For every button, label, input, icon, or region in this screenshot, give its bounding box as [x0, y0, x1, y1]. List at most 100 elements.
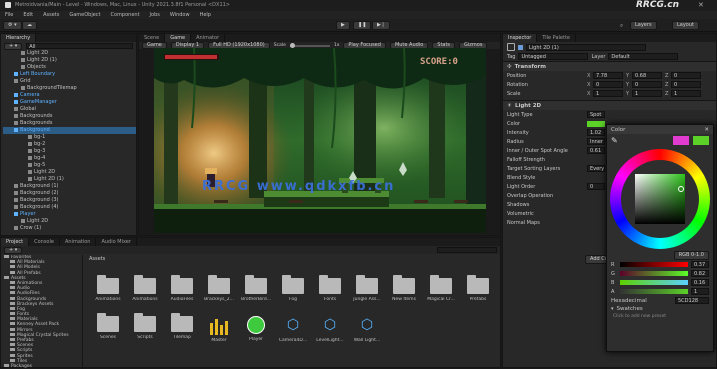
hierarchy-item[interactable]: Player [3, 211, 136, 218]
asset-item[interactable]: ⬡ Wall Light... [352, 316, 382, 343]
hierarchy-item[interactable]: Light 2D [3, 50, 136, 57]
asset-item[interactable]: Master [204, 316, 234, 343]
hierarchy-item[interactable]: bg-3 [3, 148, 136, 155]
menu-item-jobs[interactable]: Jobs [145, 12, 165, 18]
search-icon[interactable]: ⌕ [620, 23, 623, 30]
asset-item[interactable]: AudioFiles [167, 275, 197, 302]
hierarchy-item[interactable]: Light 2D [3, 169, 136, 176]
active-checkbox[interactable] [518, 44, 523, 50]
asset-item[interactable]: Brackeys_2... [204, 275, 234, 302]
menu-item-help[interactable]: Help [195, 12, 216, 18]
saturation-value-square[interactable] [635, 174, 685, 224]
channel-value-input[interactable]: 0.16 [691, 279, 709, 286]
light-property-value[interactable]: 1.02 [587, 129, 605, 136]
hierarchy-item[interactable]: Backgrounds [3, 120, 136, 127]
hierarchy-item[interactable]: Objects [3, 64, 136, 71]
step-button[interactable]: ▶❘ [372, 21, 391, 30]
transform-y-field[interactable]: 0.68 [632, 72, 662, 79]
tab-view-animator[interactable]: Animator [191, 34, 226, 42]
tab-view-game[interactable]: Game [165, 34, 192, 42]
asset-item[interactable]: Scenes [93, 313, 123, 340]
menu-item-component[interactable]: Component [106, 12, 145, 18]
project-search[interactable] [437, 247, 497, 253]
transform-z-field[interactable]: 1 [671, 90, 701, 97]
tab-project-audio-mixer[interactable]: Audio Mixer [96, 238, 137, 246]
hierarchy-item[interactable]: bg-5 [3, 162, 136, 169]
asset-item[interactable]: Scripts [130, 313, 160, 340]
create-asset-button[interactable]: + ▾ [4, 246, 23, 254]
channel-value-input[interactable]: 0.82 [691, 270, 709, 277]
color-mode-dropdown[interactable]: RGB 0-1.0 [673, 251, 709, 260]
tab-view-scene[interactable]: Scene [139, 34, 166, 42]
layer-dropdown[interactable]: Default [608, 53, 679, 60]
light-property-value[interactable]: Everything [587, 165, 605, 172]
transform-x-field[interactable]: 7.78 [593, 72, 623, 79]
menu-item-window[interactable]: Window [165, 12, 195, 18]
hex-input[interactable]: 5CD128 [675, 297, 709, 304]
asset-item[interactable]: Fog [278, 275, 308, 302]
asset-item[interactable]: ⬡ Camera4D... [278, 316, 308, 343]
hierarchy-item[interactable]: Light 2D (1) [3, 176, 136, 183]
color-cursor[interactable] [678, 186, 684, 192]
chevron-down-icon[interactable]: ▾ [611, 306, 614, 312]
light-property-value[interactable]: Inner 0 [587, 138, 605, 145]
hierarchy-item[interactable]: BackgroundTilemap [3, 85, 136, 92]
hierarchy-item[interactable]: Left Boundary [3, 71, 136, 78]
asset-item[interactable]: Player [241, 316, 271, 342]
asset-item[interactable]: Animations [130, 275, 160, 302]
menu-item-edit[interactable]: Edit [18, 12, 38, 18]
close-icon[interactable]: ✕ [698, 1, 704, 9]
hierarchy-item[interactable]: Background (4) [3, 204, 136, 211]
menu-item-file[interactable]: File [0, 12, 18, 18]
hierarchy-item[interactable]: Background (3) [3, 197, 136, 204]
asset-item[interactable]: Prefabs [463, 275, 493, 302]
transform-header[interactable]: ✣ Transform [503, 61, 716, 71]
hierarchy-item[interactable]: Light 2D [3, 218, 136, 225]
close-icon[interactable]: ✕ [704, 127, 709, 133]
channel-slider[interactable] [620, 280, 688, 285]
asset-item[interactable]: ⬡ LevelLight... [315, 316, 345, 343]
tab-project-project[interactable]: Project [1, 238, 30, 246]
asset-item[interactable]: Tilemap [167, 313, 197, 340]
channel-slider[interactable] [620, 262, 688, 267]
channel-slider[interactable] [620, 289, 688, 294]
hierarchy-item[interactable]: Grid [3, 78, 136, 85]
light-color-swatch[interactable] [587, 120, 605, 127]
tab-project-console[interactable]: Console [29, 238, 60, 246]
account-dropdown[interactable]: ⚙ ▾ [3, 21, 22, 30]
transform-y-field[interactable]: 1 [632, 90, 662, 97]
channel-slider[interactable] [620, 271, 688, 276]
hierarchy-item[interactable]: Background [3, 127, 136, 134]
transform-x-field[interactable]: 1 [593, 90, 623, 97]
asset-item[interactable]: New Items [389, 275, 419, 302]
asset-item[interactable]: Jungle Ass... [352, 275, 382, 302]
asset-item[interactable]: Fonts [315, 275, 345, 302]
light2d-header[interactable]: ☀ Light 2D [503, 100, 716, 110]
layers-dropdown[interactable]: Layers [630, 21, 657, 30]
hierarchy-item[interactable]: Crow (1) [3, 225, 136, 232]
transform-y-field[interactable]: 0 [632, 81, 662, 88]
asset-item[interactable]: Magical Cr... [426, 275, 456, 302]
channel-value-input[interactable]: 1 [691, 288, 709, 295]
tab-inspector-inspector[interactable]: Inspector [503, 34, 538, 42]
color-wheel[interactable] [610, 149, 710, 249]
layout-dropdown[interactable]: Layout [672, 21, 699, 30]
hierarchy-item[interactable]: bg-2 [3, 141, 136, 148]
tab-project-animation[interactable]: Animation [60, 238, 97, 246]
cloud-button[interactable]: ☁ [22, 21, 37, 30]
hierarchy-search[interactable]: All [26, 43, 133, 49]
object-name-field[interactable]: Light 2D (1) [526, 43, 646, 51]
hierarchy-item[interactable]: bg-1 [3, 134, 136, 141]
tab-hierarchy[interactable]: Hierarchy [1, 34, 37, 42]
light-property-value[interactable]: 0 [587, 183, 605, 190]
menu-item-gameobject[interactable]: GameObject [64, 12, 105, 18]
channel-value-input[interactable]: 0.37 [691, 261, 709, 268]
tab-inspector-tile-palette[interactable]: Tile Palette [537, 34, 576, 42]
hierarchy-item[interactable]: Backgrounds [3, 113, 136, 120]
pause-button[interactable]: ❚❚ [353, 21, 372, 30]
menu-item-assets[interactable]: Assets [38, 12, 64, 18]
play-button[interactable]: ▶ [336, 21, 350, 30]
hierarchy-item[interactable]: bg-4 [3, 155, 136, 162]
hierarchy-item[interactable]: GameManager [3, 99, 136, 106]
hierarchy-item[interactable]: Background (2) [3, 190, 136, 197]
